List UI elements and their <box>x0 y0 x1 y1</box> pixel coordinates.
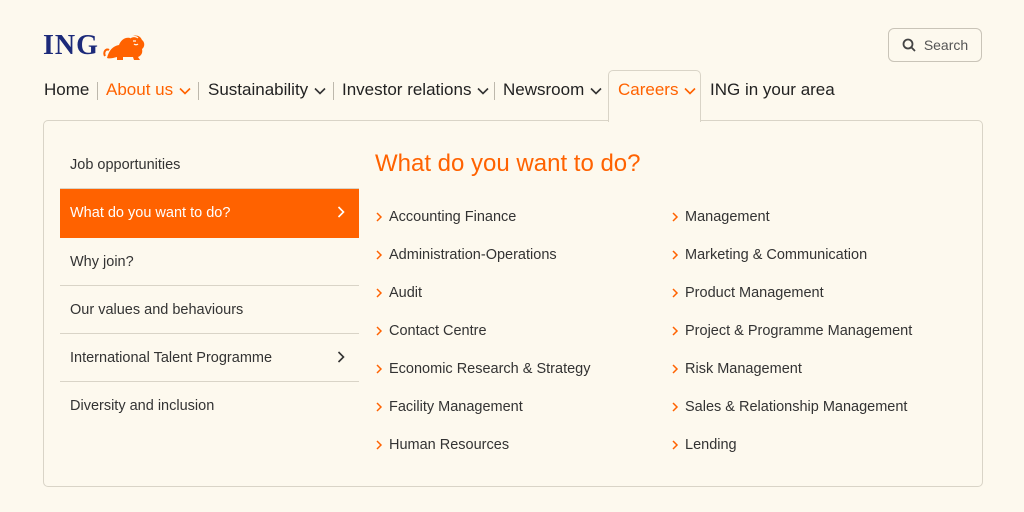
chevron-up-down-icon <box>684 87 697 95</box>
chevron-right-icon <box>672 364 679 374</box>
link-label: Risk Management <box>685 361 802 377</box>
chevron-right-icon <box>672 288 679 298</box>
link-sales-relationship-management[interactable]: Sales & Relationship Management <box>671 393 912 431</box>
nav-home[interactable]: Home <box>44 70 89 110</box>
chevron-right-icon <box>337 206 345 218</box>
link-audit[interactable]: Audit <box>375 279 590 317</box>
link-risk-management[interactable]: Risk Management <box>671 355 912 393</box>
chevron-down-icon <box>314 87 326 95</box>
link-human-resources[interactable]: Human Resources <box>375 431 590 469</box>
chevron-right-icon <box>376 288 383 298</box>
link-accounting-finance[interactable]: Accounting Finance <box>375 203 590 241</box>
link-label: Economic Research & Strategy <box>389 361 591 377</box>
link-label: Facility Management <box>389 399 523 415</box>
chevron-right-icon <box>672 326 679 336</box>
chevron-right-icon <box>672 250 679 260</box>
nav-home-label: Home <box>44 80 90 99</box>
link-contact-centre[interactable]: Contact Centre <box>375 317 590 355</box>
sidebar-item-what-do-you-want-to-do[interactable]: What do you want to do? <box>60 189 359 238</box>
sidebar-item-label: What do you want to do? <box>70 205 231 221</box>
chevron-down-icon <box>590 87 602 95</box>
chevron-right-icon <box>337 351 345 363</box>
ing-logo[interactable]: ING <box>43 26 147 66</box>
main-nav: Home About us Sustainability Investor re… <box>0 70 1024 120</box>
nav-separator <box>333 82 334 100</box>
link-label: Project & Programme Management <box>685 323 913 339</box>
sidebar-item-international-talent[interactable]: International Talent Programme <box>60 334 359 382</box>
chevron-right-icon <box>376 212 383 222</box>
nav-careers-label: Careers <box>618 80 679 99</box>
sidebar-item-our-values[interactable]: Our values and behaviours <box>60 286 359 334</box>
nav-about-us-label: About us <box>106 80 174 99</box>
lion-icon <box>103 35 145 60</box>
job-area-list-left: Accounting Finance Administration-Operat… <box>375 203 590 469</box>
chevron-right-icon <box>376 326 383 336</box>
chevron-right-icon <box>672 402 679 412</box>
link-marketing-communication[interactable]: Marketing & Communication <box>671 241 912 279</box>
link-label: Management <box>685 209 770 225</box>
link-label: Audit <box>389 285 423 301</box>
nav-separator <box>97 82 98 100</box>
link-label: Marketing & Communication <box>685 247 868 263</box>
job-area-list-right: Management Marketing & Communication Pro… <box>671 203 912 469</box>
chevron-right-icon <box>672 440 679 450</box>
nav-sustainability[interactable]: Sustainability <box>208 70 326 110</box>
careers-sidebar: Job opportunities What do you want to do… <box>60 141 359 430</box>
chevron-down-icon <box>477 87 490 95</box>
nav-separator <box>198 82 199 100</box>
link-lending[interactable]: Lending <box>671 431 912 469</box>
search-label: Search <box>923 37 969 53</box>
sidebar-item-label: Why join? <box>70 254 134 270</box>
sidebar-item-label: Our values and behaviours <box>70 302 244 318</box>
sidebar-item-label: Job opportunities <box>70 157 181 173</box>
link-label: Product Management <box>685 285 824 301</box>
link-label: Sales & Relationship Management <box>685 399 908 415</box>
link-project-programme-management[interactable]: Project & Programme Management <box>671 317 912 355</box>
search-icon <box>902 38 916 52</box>
link-administration-operations[interactable]: Administration-Operations <box>375 241 590 279</box>
nav-investor-relations-label: Investor relations <box>342 80 472 99</box>
nav-careers[interactable]: Careers <box>618 70 697 110</box>
nav-about-us[interactable]: About us <box>106 70 191 110</box>
link-economic-research[interactable]: Economic Research & Strategy <box>375 355 590 393</box>
nav-ing-in-your-area-label: ING in your area <box>710 80 835 99</box>
sidebar-item-why-join[interactable]: Why join? <box>60 238 359 286</box>
chevron-right-icon <box>376 250 383 260</box>
link-label: Lending <box>685 437 737 453</box>
nav-investor-relations[interactable]: Investor relations <box>342 70 490 110</box>
search-button[interactable]: Search <box>888 28 982 62</box>
nav-sustainability-label: Sustainability <box>208 80 309 99</box>
chevron-right-icon <box>376 364 383 374</box>
sidebar-item-job-opportunities[interactable]: Job opportunities <box>60 141 359 189</box>
link-label: Human Resources <box>389 437 510 453</box>
link-label: Administration-Operations <box>389 247 557 263</box>
nav-separator <box>494 82 495 100</box>
nav-newsroom-label: Newsroom <box>503 80 585 99</box>
chevron-right-icon <box>376 440 383 450</box>
chevron-right-icon <box>672 212 679 222</box>
link-management[interactable]: Management <box>671 203 912 241</box>
brand-name: ING <box>43 30 99 61</box>
nav-newsroom[interactable]: Newsroom <box>503 70 602 110</box>
section-heading: What do you want to do? <box>375 150 641 177</box>
link-label: Accounting Finance <box>389 209 517 225</box>
link-product-management[interactable]: Product Management <box>671 279 912 317</box>
sidebar-item-label: International Talent Programme <box>70 350 273 366</box>
nav-ing-in-your-area[interactable]: ING in your area <box>710 70 835 110</box>
link-label: Contact Centre <box>389 323 487 339</box>
sidebar-item-label: Diversity and inclusion <box>70 398 215 414</box>
sidebar-item-diversity[interactable]: Diversity and inclusion <box>60 382 359 430</box>
link-facility-management[interactable]: Facility Management <box>375 393 590 431</box>
chevron-down-icon <box>179 87 191 95</box>
chevron-right-icon <box>376 402 383 412</box>
